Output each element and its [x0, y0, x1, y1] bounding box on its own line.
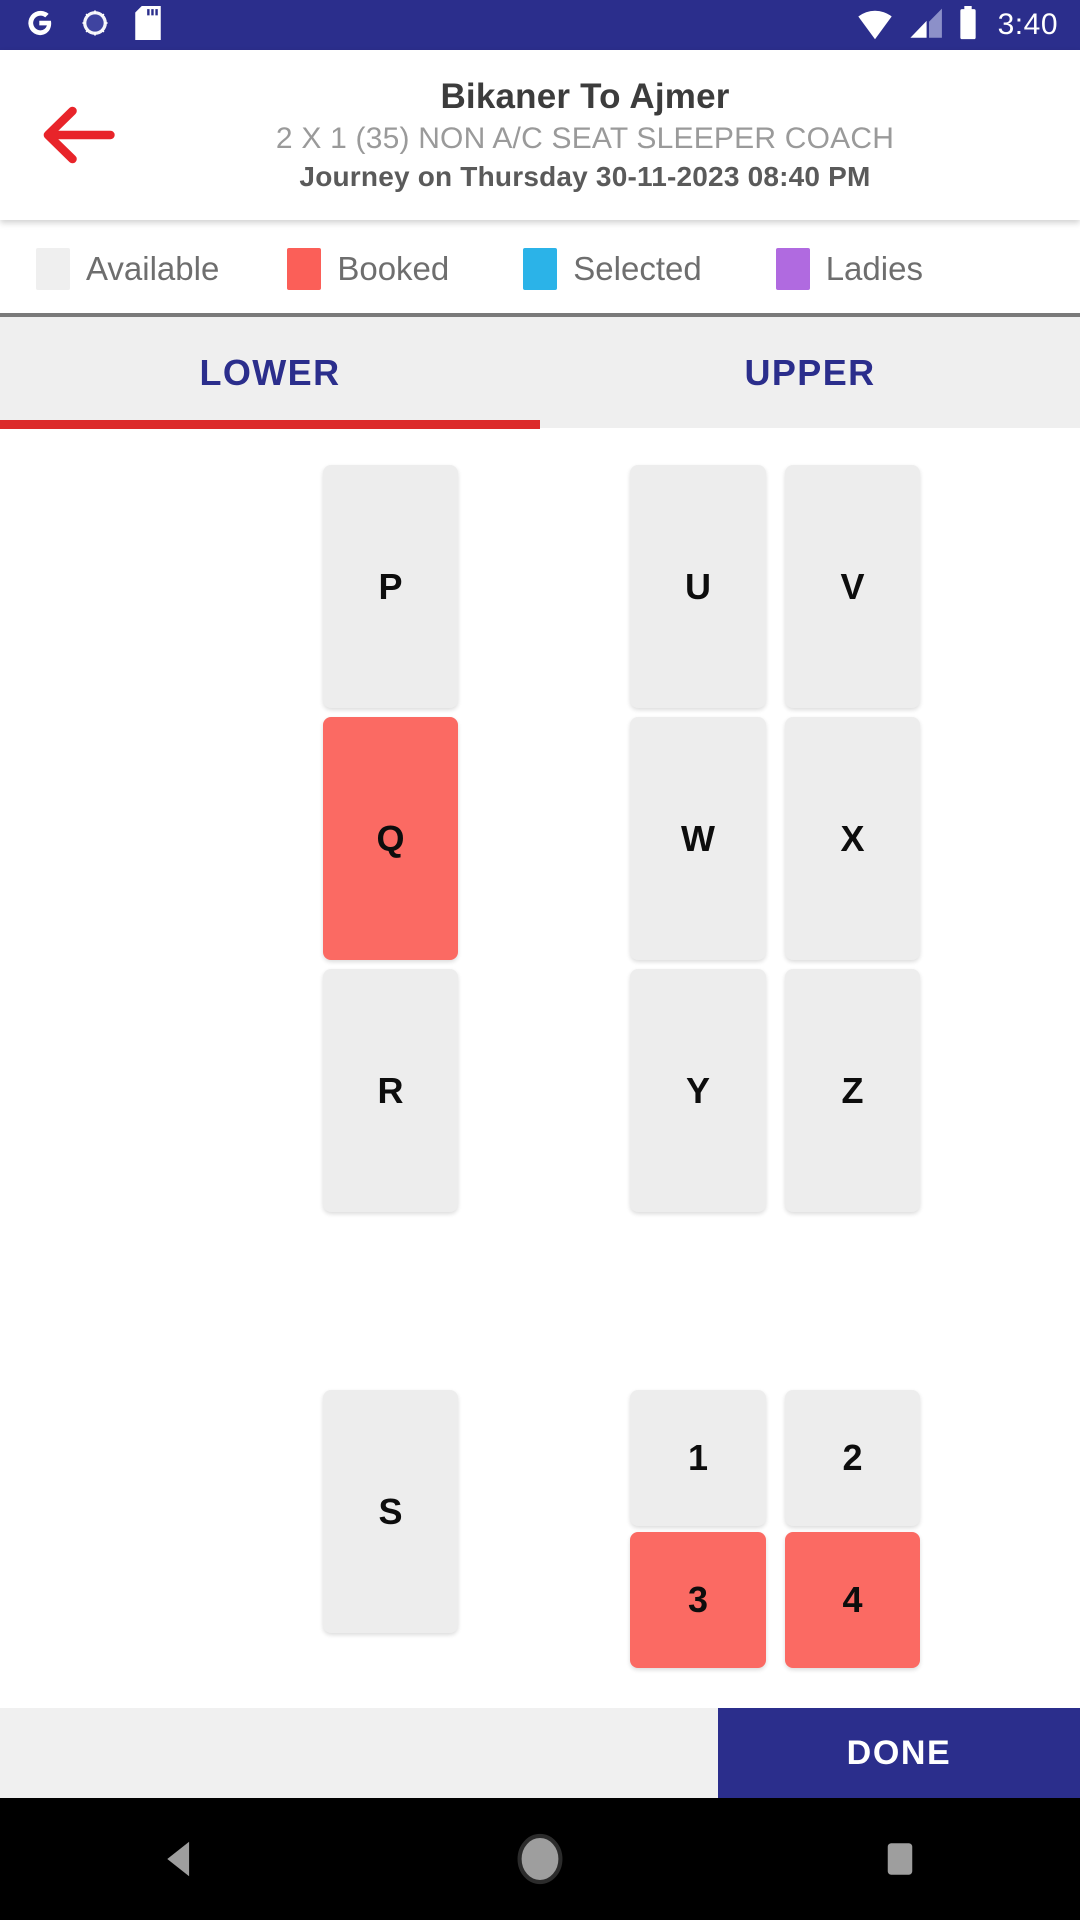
seat-label: P [378, 565, 403, 607]
seat-map: P U V Q W X R Y Z S 1 2 3 4 [0, 429, 1080, 1708]
back-arrow-icon [43, 106, 115, 164]
legend-swatch-selected [523, 248, 558, 290]
seat-label: X [840, 817, 865, 859]
status-clock: 3:40 [997, 8, 1058, 41]
status-bar: 3:40 [0, 0, 1080, 50]
legend-swatch-ladies [775, 248, 810, 290]
nav-home-button[interactable] [450, 1798, 630, 1920]
seat-Q[interactable]: Q [323, 717, 458, 960]
bottom-action-bar: DONE [0, 1708, 1080, 1798]
seat-label: Q [376, 817, 405, 859]
battery-icon [958, 5, 978, 45]
seat-label: V [840, 565, 865, 607]
seat-Y[interactable]: Y [630, 969, 766, 1212]
seat-R[interactable]: R [323, 969, 458, 1212]
sync-spinner-icon [78, 6, 112, 45]
seat-label: 3 [687, 1579, 709, 1620]
recents-square-icon [887, 1843, 913, 1875]
legend-item-booked: Booked [287, 248, 449, 290]
legend-label-selected: Selected [573, 250, 702, 287]
deck-tab-bar: LOWER UPPER [0, 317, 1080, 428]
seat-X[interactable]: X [785, 717, 920, 960]
legend-row: Available Booked Selected Ladies [0, 225, 1080, 313]
seat-label: 4 [842, 1579, 863, 1620]
legend-label-booked: Booked [337, 250, 450, 287]
seat-V[interactable]: V [785, 465, 920, 708]
wifi-icon [856, 6, 894, 45]
google-icon [22, 6, 56, 45]
seat-2[interactable]: 2 [785, 1390, 920, 1526]
coach-type-label: 2 X 1 (35) NON A/C SEAT SLEEPER COACH [275, 122, 895, 155]
nav-back-button[interactable] [90, 1798, 270, 1920]
done-button[interactable]: DONE [718, 1708, 1080, 1798]
seat-W[interactable]: W [630, 717, 766, 960]
legend-item-available: Available [36, 248, 219, 290]
tab-lower[interactable]: LOWER [0, 317, 540, 428]
nav-recents-button[interactable] [810, 1798, 990, 1920]
tab-upper[interactable]: UPPER [540, 317, 1080, 428]
status-bar-left-icons [22, 5, 162, 45]
journey-info-label: Journey on Thursday 30-11-2023 08:40 PM [299, 161, 871, 192]
back-triangle-icon [167, 1841, 190, 1877]
seat-label: 2 [842, 1437, 863, 1478]
header-text-block: Bikaner To Ajmer 2 X 1 (35) NON A/C SEAT… [130, 50, 1040, 220]
home-circle-icon [517, 1833, 563, 1885]
legend-item-selected: Selected [523, 248, 702, 290]
signal-icon [908, 6, 944, 45]
seat-label: 1 [687, 1437, 709, 1478]
seat-label: Y [685, 1069, 710, 1111]
legend-swatch-available [36, 248, 70, 290]
seat-label: W [681, 817, 715, 859]
seat-S[interactable]: S [323, 1390, 458, 1633]
seat-U[interactable]: U [630, 465, 766, 708]
legend-item-ladies: Ladies [775, 248, 923, 290]
sd-card-icon [134, 5, 162, 45]
legend-swatch-booked [287, 248, 322, 290]
legend-label-available: Available [86, 250, 220, 287]
seat-label: U [685, 565, 711, 607]
route-title: Bikaner To Ajmer [440, 77, 730, 116]
seat-3[interactable]: 3 [630, 1532, 766, 1668]
seat-1[interactable]: 1 [630, 1390, 766, 1526]
status-bar-right-icons: 3:40 [856, 5, 1058, 45]
header-card: Bikaner To Ajmer 2 X 1 (35) NON A/C SEAT… [0, 50, 1080, 220]
back-button[interactable] [24, 50, 134, 220]
seat-4[interactable]: 4 [785, 1532, 920, 1668]
legend-label-ladies: Ladies [825, 250, 923, 287]
seat-Z[interactable]: Z [785, 969, 920, 1212]
tab-active-indicator [0, 420, 540, 429]
seat-label: R [377, 1069, 404, 1111]
seat-label: S [378, 1490, 403, 1532]
seat-P[interactable]: P [323, 465, 458, 708]
seat-label: Z [841, 1069, 864, 1111]
android-nav-bar [0, 1798, 1080, 1920]
